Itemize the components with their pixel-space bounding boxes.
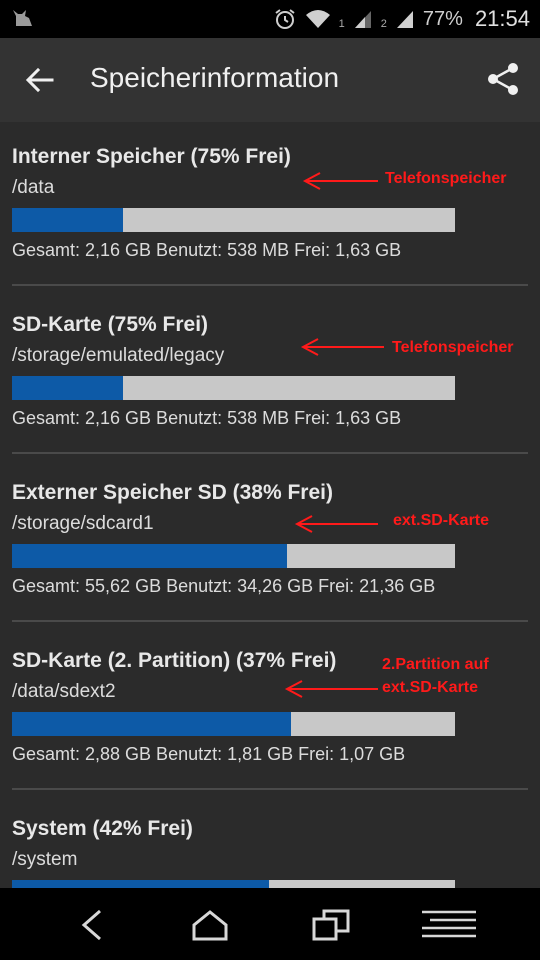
storage-item[interactable]: Externer Speicher SD (38% Frei) /storage… [0, 458, 540, 626]
annotation-label: ext.SD-Karte [382, 679, 479, 696]
storage-name: Interner Speicher (75% Frei) [12, 145, 291, 168]
storage-item[interactable]: Interner Speicher (75% Frei) /data Gesam… [0, 122, 540, 290]
storage-name: Externer Speicher SD (38% Frei) [12, 481, 333, 504]
share-icon[interactable] [486, 62, 520, 96]
sim1-label: 1 [338, 18, 345, 30]
annotation-label: 2.Partition auf [382, 656, 489, 673]
annotation-arrow [302, 172, 378, 190]
divider [12, 452, 528, 454]
divider [12, 284, 528, 286]
app-bar: Speicherinformation [0, 38, 540, 122]
nav-recents-icon[interactable] [310, 906, 352, 944]
storage-item[interactable]: System (42% Frei) /system [0, 794, 540, 888]
usage-bar [12, 712, 455, 736]
usage-bar-fill [12, 712, 292, 736]
storage-path: /data/sdext2 [12, 681, 116, 702]
annotation-label: ext.SD-Karte [393, 512, 490, 529]
wifi-icon [305, 10, 330, 28]
storage-path: /storage/emulated/legacy [12, 345, 225, 366]
sim2-label: 2 [380, 18, 387, 30]
page-title: Speicherinformation [90, 62, 340, 93]
storage-item[interactable]: SD-Karte (2. Partition) (37% Frei) /data… [0, 626, 540, 794]
annotation-arrow [284, 680, 378, 698]
storage-stats: Gesamt: 2,16 GB Benutzt: 538 MB Frei: 1,… [12, 408, 402, 428]
usage-bar-fill [12, 544, 287, 568]
nav-back-icon[interactable] [74, 906, 110, 944]
usage-bar [12, 376, 455, 400]
usage-bar [12, 208, 455, 232]
storage-name: SD-Karte (75% Frei) [12, 313, 209, 336]
usage-bar-fill [12, 376, 123, 400]
cat-icon [13, 10, 32, 26]
cell-signal-icon [354, 11, 371, 28]
usage-bar [12, 880, 455, 888]
annotation-label: Telefonspeicher [392, 339, 514, 356]
divider [12, 620, 528, 622]
storage-path: /system [12, 849, 78, 870]
annotation-label: Telefonspeicher [385, 170, 507, 187]
usage-bar-fill [12, 208, 123, 232]
annotation-arrow [294, 515, 378, 533]
storage-name: SD-Karte (2. Partition) (37% Frei) [12, 649, 337, 672]
storage-name: System (42% Frei) [12, 817, 193, 840]
battery-percentage: 77% [422, 7, 463, 30]
usage-bar-fill [12, 880, 269, 888]
annotation-arrow [300, 338, 384, 356]
storage-stats: Gesamt: 2,88 GB Benutzt: 1,81 GB Frei: 1… [12, 744, 406, 764]
storage-path: /storage/sdcard1 [12, 513, 154, 534]
storage-item[interactable]: SD-Karte (75% Frei) /storage/emulated/le… [0, 290, 540, 458]
nav-menu-icon[interactable] [420, 906, 478, 944]
storage-stats: Gesamt: 2,16 GB Benutzt: 538 MB Frei: 1,… [12, 240, 402, 260]
status-time: 21:54 [474, 6, 530, 31]
status-bar: 1 2 77% 21:54 [0, 0, 540, 38]
storage-stats: Gesamt: 55,62 GB Benutzt: 34,26 GB Frei:… [12, 576, 436, 596]
storage-list[interactable]: Interner Speicher (75% Frei) /data Gesam… [0, 122, 540, 888]
alarm-clock-icon [275, 9, 295, 29]
nav-home-icon[interactable] [190, 906, 230, 944]
navigation-bar [0, 888, 540, 960]
arrow-back-icon[interactable] [24, 64, 56, 96]
status-icons: 1 2 77% 21:54 [273, 0, 530, 38]
storage-path: /data [12, 177, 55, 198]
usage-bar [12, 544, 455, 568]
divider [12, 788, 528, 790]
cell-signal-icon [396, 11, 413, 28]
